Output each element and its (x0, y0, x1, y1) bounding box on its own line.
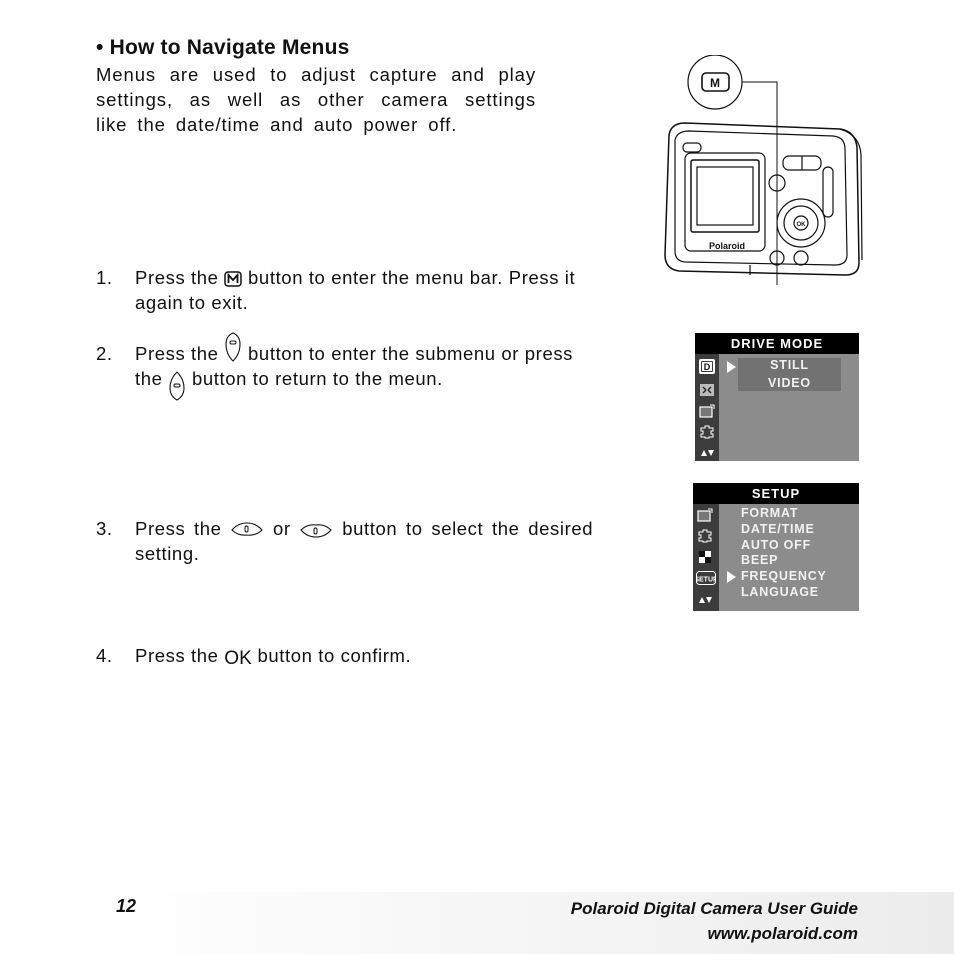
left-button-icon (169, 371, 185, 401)
menu-sidebar: D (695, 354, 719, 461)
screen-title: DRIVE MODE (695, 333, 859, 354)
drive-mode-icon: D (699, 359, 715, 374)
step-number: 4. (96, 645, 113, 666)
page-number: 12 (116, 896, 137, 916)
up-button-icon (231, 522, 264, 536)
svg-text:OK: OK (797, 222, 807, 228)
down-button-icon (300, 524, 333, 538)
step-number: 2. (96, 343, 113, 364)
menu-item-beep[interactable]: BEEP (741, 553, 778, 569)
m-button-icon (224, 271, 243, 287)
ok-button-icon: OK (224, 648, 252, 669)
camera-brand: Polaroid (709, 241, 745, 251)
menu-item-video[interactable]: VIDEO (738, 376, 841, 392)
frame-icon (698, 529, 712, 543)
selection-arrow-icon (727, 571, 736, 583)
screen-title: SETUP (693, 483, 859, 504)
intro-paragraph: Menus are used to adjust capture and pla… (96, 64, 536, 135)
step-number: 3. (96, 518, 113, 539)
checker-icon (699, 551, 711, 563)
camera-illustration: M Polaroid OK (664, 55, 863, 285)
svg-text:SETUP: SETUP (696, 577, 716, 584)
svg-text:D: D (704, 362, 711, 372)
setup-card-icon (699, 404, 715, 418)
menu-item-auto-off[interactable]: AUTO OFF (741, 538, 811, 554)
setup-card-icon (697, 508, 713, 522)
right-button-icon (225, 332, 241, 362)
step-number: 1. (96, 267, 113, 288)
frame-icon (700, 425, 714, 439)
footer-title: Polaroid Digital Camera User Guide (570, 899, 858, 918)
menu-item-frequency[interactable]: FREQUENCY (741, 569, 827, 585)
scroll-arrows-icon (699, 597, 712, 603)
footer-url[interactable]: www.polaroid.com (708, 924, 859, 944)
setup-screen: SETUP SETUP FORMAT DATE/TIME AUTO OFF BE… (693, 483, 859, 611)
drive-mode-screen: DRIVE MODE D STILL VIDEO (695, 333, 859, 461)
scroll-arrows-icon (701, 450, 714, 456)
callout-label: M (710, 76, 720, 90)
menu-item-format[interactable]: FORMAT (741, 506, 798, 522)
menu-sidebar: SETUP (693, 504, 719, 611)
resolution-icon (700, 384, 714, 396)
setup-icon: SETUP (696, 571, 716, 585)
menu-item-language[interactable]: LANGUAGE (741, 585, 819, 601)
menu-item-date-time[interactable]: DATE/TIME (741, 522, 815, 538)
section-heading: • How to Navigate Menus (96, 36, 350, 59)
menu-item-still[interactable]: STILL (738, 358, 841, 374)
selection-arrow-icon (727, 361, 736, 373)
